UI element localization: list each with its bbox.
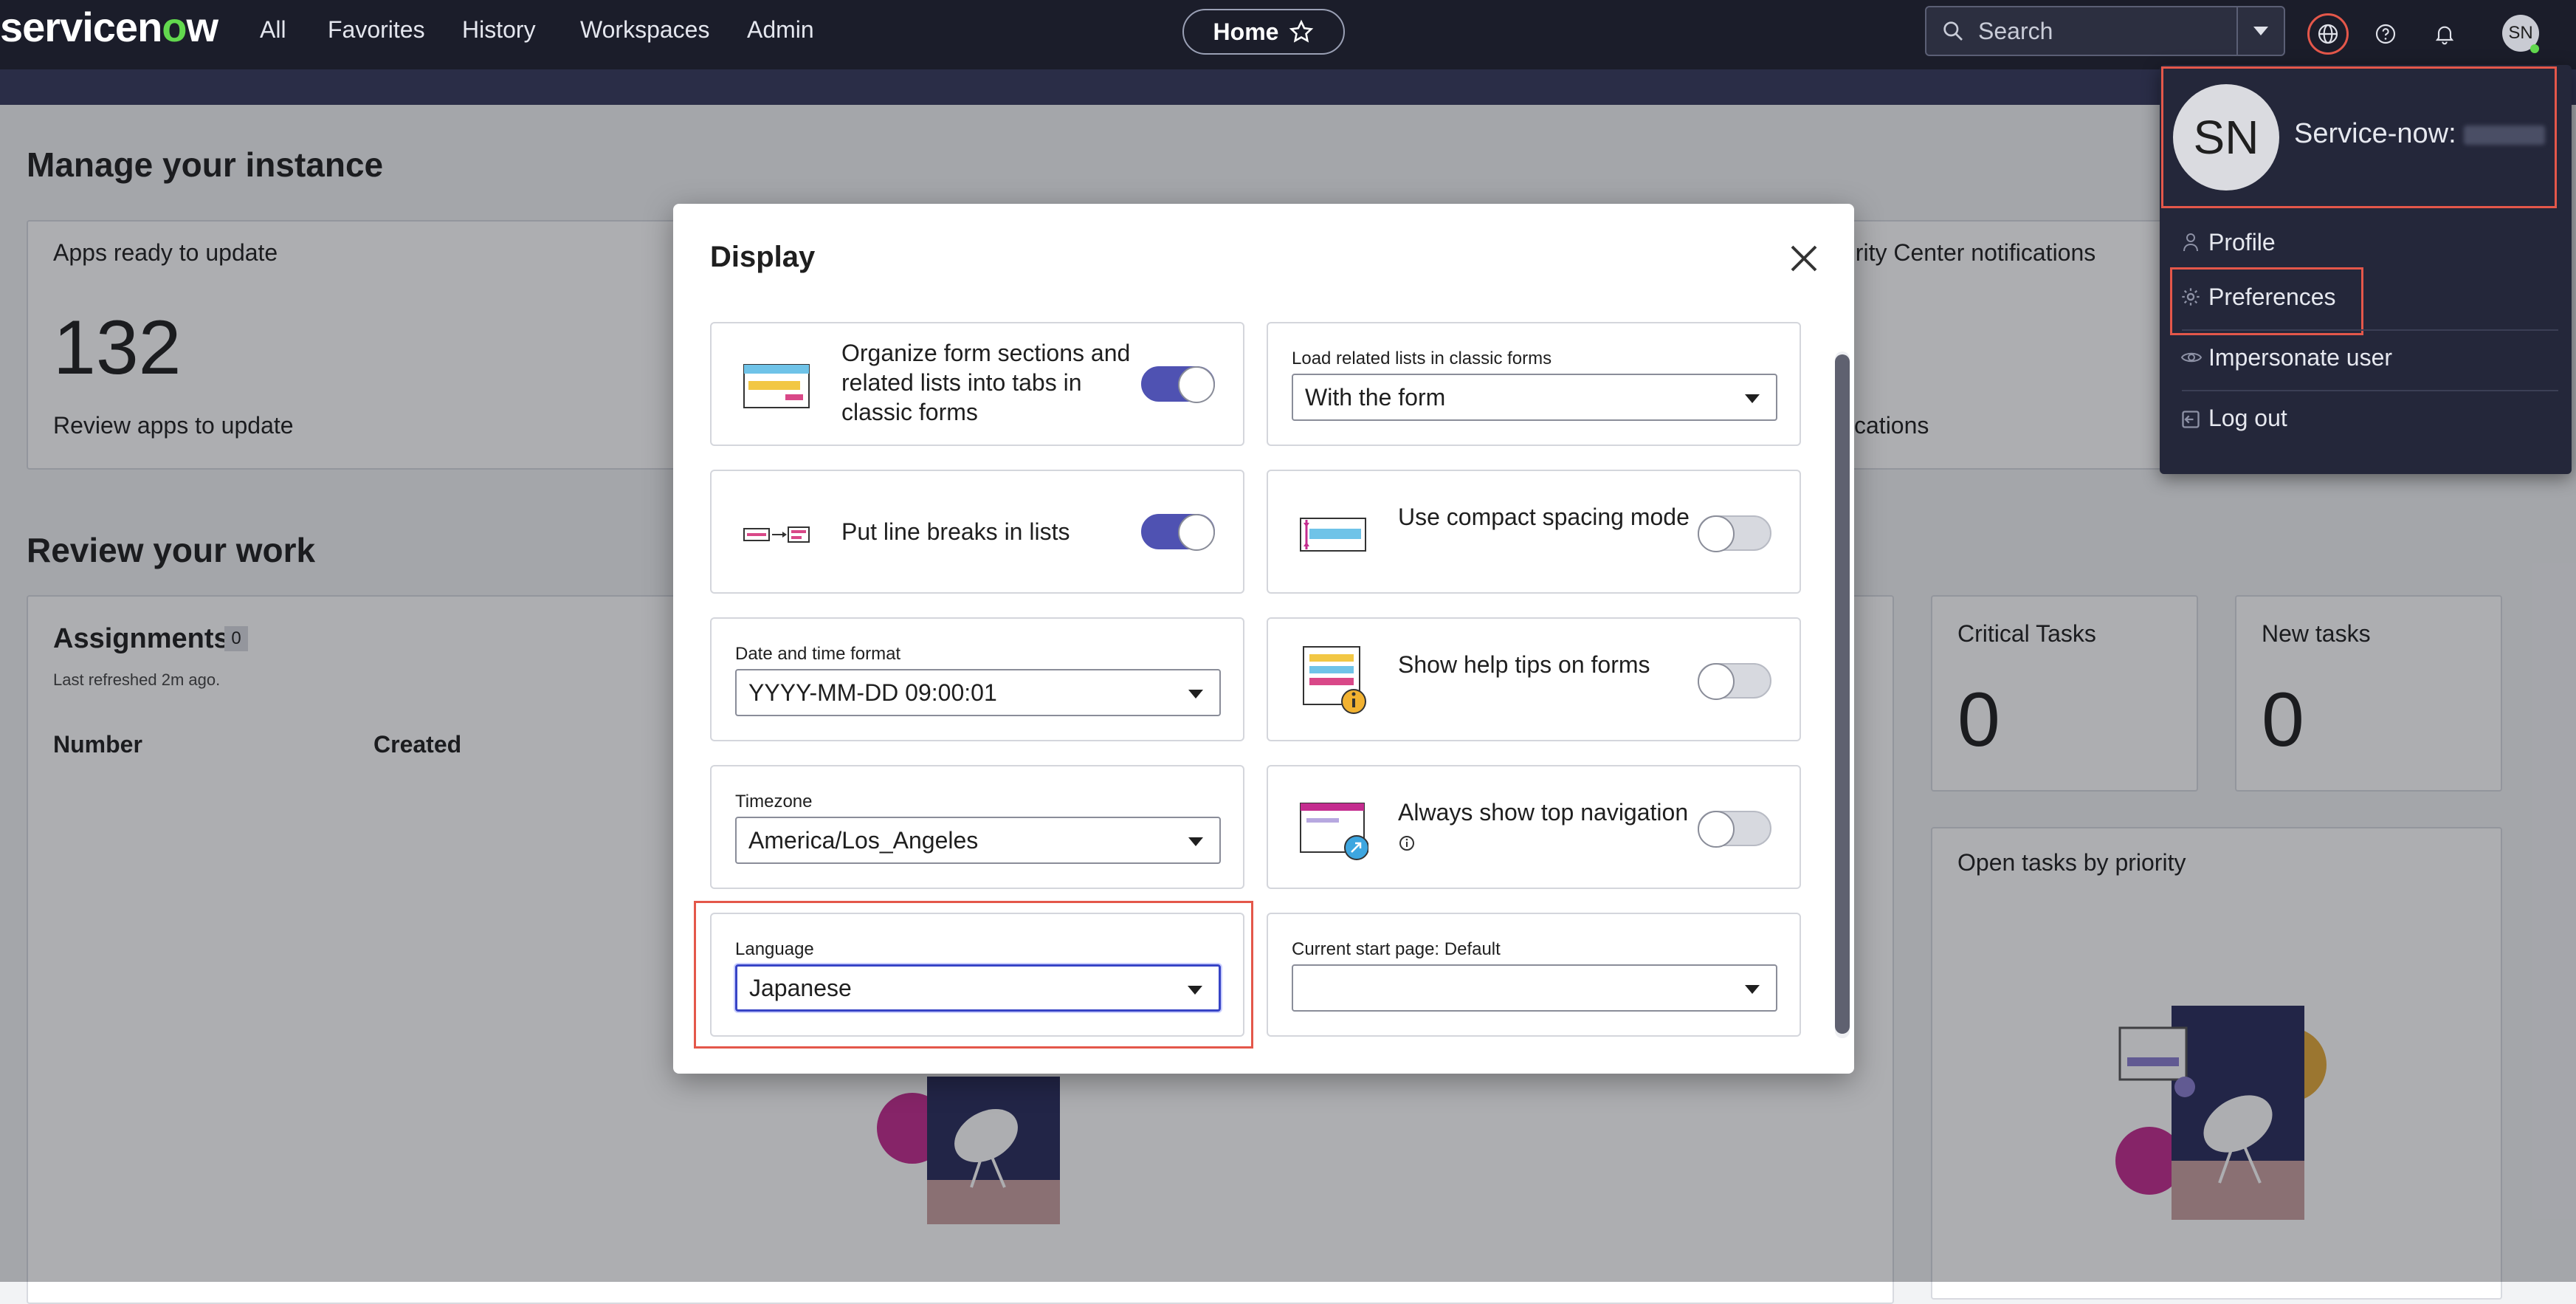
tabs-setting-label: Organize form sections and related lists… [841, 340, 1131, 425]
modal-scrollbar-thumb[interactable] [1835, 354, 1850, 1034]
person-icon [2183, 233, 2198, 252]
top-navigation-icon [1300, 803, 1368, 860]
help-tips-icon [1303, 646, 1366, 714]
nav-all[interactable]: All [260, 16, 286, 44]
menu-divider [2182, 329, 2558, 331]
top-navigation-bar: servicenow All Favorites History Workspa… [0, 0, 2576, 69]
star-icon [1289, 19, 1314, 43]
home-button[interactable]: Home [1182, 9, 1345, 55]
info-icon[interactable] [1398, 834, 1416, 852]
timezone-value: America/Los_Angeles [748, 826, 979, 854]
nav-favorites[interactable]: Favorites [328, 16, 425, 44]
help-tips-toggle[interactable] [1698, 663, 1771, 700]
modal-title: Display [710, 241, 816, 273]
toggle-knob [1698, 663, 1735, 700]
chevron-down-icon [1745, 394, 1760, 403]
menu-divider [2182, 390, 2558, 391]
top-navigation-toggle[interactable] [1698, 811, 1771, 848]
timezone-label: Timezone [735, 792, 813, 811]
compact-spacing-label: Use compact spacing mode [1398, 504, 1690, 530]
compact-spacing-icon [1300, 518, 1366, 552]
top-navigation-text: Always show top navigation [1398, 799, 1689, 826]
nav-workspaces[interactable]: Workspaces [580, 16, 709, 44]
menu-item-preferences[interactable]: Preferences [2208, 284, 2336, 311]
top-navigation-setting: Always show top navigation [1267, 765, 1801, 889]
home-label: Home [1213, 18, 1279, 45]
redacted-username [2464, 125, 2546, 145]
nav-history[interactable]: History [462, 16, 536, 44]
online-status-dot [2530, 44, 2539, 53]
language-select[interactable]: Japanese [735, 964, 1221, 1012]
toggle-knob [1698, 811, 1735, 848]
user-name-text: Service-now: [2294, 118, 2465, 149]
date-format-setting: Date and time format YYYY-MM-DD 09:00:01 [710, 617, 1244, 741]
line-breaks-label: Put line breaks in lists [841, 518, 1070, 545]
user-menu-dropdown: SN Service-now: Profile Preferences Impe… [2160, 65, 2572, 474]
start-page-label: Current start page: Default [1292, 939, 1501, 959]
timezone-setting: Timezone America/Los_Angeles [710, 765, 1244, 889]
timezone-select[interactable]: America/Los_Angeles [735, 817, 1221, 864]
globe-icon [2318, 24, 2338, 44]
help-icon [2375, 24, 2396, 44]
search-icon [1943, 21, 1963, 41]
line-breaks-icon [743, 526, 810, 543]
top-navigation-label: Always show top navigation [1398, 797, 1693, 857]
form-tabs-icon [743, 364, 810, 408]
servicenow-logo[interactable]: servicenow [0, 3, 218, 51]
chevron-down-icon [2253, 27, 2268, 35]
notifications-button[interactable] [2424, 13, 2465, 55]
help-tips-setting: Show help tips on forms [1267, 617, 1801, 741]
language-value: Japanese [749, 974, 852, 1001]
toggle-knob [1178, 514, 1215, 551]
search-box[interactable]: Search [1925, 6, 2285, 56]
toggle-knob [1178, 366, 1215, 403]
user-display-name: Service-now: [2294, 118, 2546, 150]
line-breaks-toggle[interactable] [1141, 514, 1215, 551]
logout-icon [2182, 411, 2200, 428]
tabs-in-forms-setting: Organize form sections and related lists… [710, 322, 1244, 446]
compact-spacing-toggle[interactable] [1698, 515, 1771, 552]
line-breaks-setting: Put line breaks in lists [710, 470, 1244, 594]
menu-item-logout[interactable]: Log out [2208, 405, 2287, 432]
search-placeholder: Search [1978, 17, 2053, 44]
chevron-down-icon [1188, 986, 1202, 995]
compact-spacing-setting: Use compact spacing mode [1267, 470, 1801, 594]
user-menu-avatar: SN [2173, 84, 2279, 191]
close-icon[interactable] [1786, 241, 1822, 276]
help-tips-label: Show help tips on forms [1398, 651, 1650, 678]
load-related-lists-setting: Load related lists in classic forms With… [1267, 322, 1801, 446]
date-format-select[interactable]: YYYY-MM-DD 09:00:01 [735, 669, 1221, 716]
chevron-down-icon [1745, 985, 1760, 994]
date-format-label: Date and time format [735, 644, 901, 664]
globe-button[interactable] [2307, 13, 2349, 55]
chevron-down-icon [1188, 837, 1203, 846]
language-label: Language [735, 939, 814, 959]
bell-icon [2435, 26, 2454, 45]
search-scope-dropdown[interactable] [2236, 7, 2284, 55]
load-related-select[interactable]: With the form [1292, 374, 1777, 421]
date-format-value: YYYY-MM-DD 09:00:01 [748, 679, 997, 706]
menu-item-profile[interactable]: Profile [2208, 229, 2276, 256]
toggle-knob [1698, 515, 1735, 552]
load-related-value: With the form [1305, 383, 1446, 411]
start-page-select[interactable] [1292, 964, 1777, 1012]
load-related-label: Load related lists in classic forms [1292, 349, 1552, 368]
menu-item-impersonate[interactable]: Impersonate user [2208, 344, 2392, 371]
help-button[interactable] [2365, 13, 2406, 55]
language-setting: Language Japanese [710, 913, 1244, 1037]
eye-icon [2180, 352, 2203, 363]
display-preferences-modal: Display Organize form sections and relat… [673, 204, 1854, 1074]
chevron-down-icon [1188, 690, 1203, 699]
start-page-setting: Current start page: Default [1267, 913, 1801, 1037]
nav-admin[interactable]: Admin [747, 16, 814, 44]
gear-icon [2182, 288, 2200, 306]
tabs-toggle[interactable] [1141, 366, 1215, 403]
